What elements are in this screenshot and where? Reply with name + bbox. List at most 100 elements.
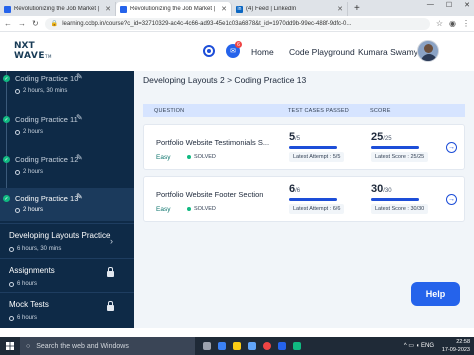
chrome-icon[interactable] (263, 342, 271, 350)
tab-close-icon[interactable]: ✕ (221, 5, 227, 13)
column-question: QUESTION (154, 108, 185, 114)
clock-date: 17-09-2023 (441, 347, 470, 353)
clock-time: 22:58 (456, 339, 470, 345)
score-value: 30/30 (371, 183, 392, 195)
clock-icon (15, 129, 20, 135)
test-cases-passed: 6/6 (289, 183, 301, 195)
sidebar-item-coding-practice-12[interactable]: ✓ Coding Practice 12 ✎ 2 hours (0, 152, 134, 186)
browser-tab-1[interactable]: Revolutionizing the Job Market | ✕ (0, 2, 116, 16)
section-title: Assignments (9, 266, 55, 275)
pencil-icon: ✎ (76, 72, 83, 81)
browser-tab-2[interactable]: Revolutionizing the Job Market | ✕ (116, 2, 232, 16)
help-button[interactable]: Help (411, 282, 460, 306)
reload-icon[interactable]: ↻ (32, 19, 39, 28)
question-card[interactable]: Portfolio Website Footer Section Easy SO… (143, 176, 465, 222)
forward-icon[interactable]: → (18, 19, 26, 28)
status-badge: SOLVED (187, 206, 216, 212)
task-view-icon[interactable] (203, 342, 211, 350)
tab-label: Revolutionizing the Job Market | (130, 6, 216, 12)
sidebar-item-meta: 2 hours (15, 129, 43, 135)
ccbp-favicon-icon (4, 5, 11, 13)
url-text: learning.ccbp.in/course?c_id=32710329-ac… (62, 20, 352, 27)
app-icon[interactable] (293, 342, 301, 350)
back-icon[interactable]: ← (4, 19, 12, 28)
app-header: NXT WAVETM ✉ 6 Home Code Playground Kuma… (0, 33, 474, 71)
url-input[interactable]: 🔒 learning.ccbp.in/course?c_id=32710329-… (44, 17, 430, 30)
difficulty-label: Easy (156, 154, 171, 161)
lock-icon (107, 301, 114, 311)
pencil-icon: ✎ (76, 113, 83, 122)
section-meta: 6 hours, 30 mins (9, 246, 61, 252)
avatar[interactable] (417, 40, 439, 62)
notification-badge: 6 (235, 41, 242, 48)
close-window-icon[interactable]: ✕ (464, 1, 470, 9)
sidebar-item-label: Coding Practice 11 (15, 115, 78, 124)
test-progress-bar (289, 198, 337, 201)
nav-code-playground-link[interactable]: Code Playground (289, 47, 355, 57)
tab-close-icon[interactable]: ✕ (337, 5, 343, 13)
file-explorer-icon[interactable] (233, 342, 241, 350)
sidebar-item-meta: 2 hours, 30 mins (15, 88, 67, 94)
question-title[interactable]: Portfolio Website Testimonials S... (156, 138, 269, 147)
ccbp-favicon-icon (120, 5, 127, 13)
section-title: Developing Layouts Practice (9, 231, 111, 240)
test-progress-fill (289, 146, 337, 149)
section-meta: 6 hours (9, 281, 37, 287)
sidebar-item-meta: 2 hours (15, 169, 43, 175)
chevron-right-icon: › (110, 236, 113, 246)
open-question-arrow-icon[interactable]: → (446, 194, 457, 205)
menu-icon[interactable]: ⋮ (462, 19, 470, 28)
browser-toolbar-icons: ☆ ◉ ⋮ (436, 19, 470, 28)
taskbar-apps (203, 342, 301, 350)
edge-icon[interactable] (218, 342, 226, 350)
nxtwave-logo[interactable]: NXT WAVETM (14, 41, 54, 63)
latest-score: Latest Score : 30/30 (371, 204, 429, 214)
tab-label: (4) Feed | LinkedIn (246, 6, 297, 12)
section-meta: 6 hours (9, 315, 37, 321)
windows-start-icon[interactable] (3, 337, 17, 355)
windows-taskbar: ○ Search the web and Windows ^ ▭ ◖ ENG 2… (0, 337, 474, 355)
sidebar-item-coding-practice-11[interactable]: ✓ Coding Practice 11 ✎ 2 hours (0, 112, 134, 146)
sidebar-section-developing-layouts-practice[interactable]: Developing Layouts Practice 6 hours, 30 … (0, 223, 134, 257)
nav-home-link[interactable]: Home (251, 47, 274, 57)
store-icon[interactable] (248, 342, 256, 350)
star-icon[interactable]: ☆ (436, 19, 443, 28)
maximize-icon[interactable]: ☐ (446, 1, 452, 9)
logo-line1: NXT (14, 41, 35, 51)
difficulty-label: Easy (156, 206, 171, 213)
latest-score: Latest Score : 25/25 (371, 152, 429, 162)
clock-icon (15, 88, 20, 94)
profile-icon[interactable]: ◉ (449, 19, 456, 28)
open-question-arrow-icon[interactable]: → (446, 142, 457, 153)
lock-icon (107, 267, 114, 277)
sidebar-section-assignments[interactable]: Assignments 6 hours (0, 258, 134, 292)
solved-dot-icon (187, 207, 191, 211)
sidebar-item-coding-practice-10[interactable]: ✓ Coding Practice 10 ✎ 2 hours, 30 mins (0, 71, 134, 105)
browser-tab-3[interactable]: in (4) Feed | LinkedIn ✕ (232, 2, 348, 16)
table-header: QUESTION TEST CASES PASSED SCORE (143, 104, 465, 117)
sidebar-item-coding-practice-13[interactable]: ✓ Coding Practice 13 ✎ 2 hours (0, 188, 134, 221)
check-icon: ✓ (3, 75, 10, 82)
minimize-icon[interactable]: — (427, 1, 434, 9)
clock-icon (9, 281, 14, 287)
search-icon: ○ (26, 342, 31, 350)
solved-dot-icon (187, 155, 191, 159)
status-badge: SOLVED (187, 154, 216, 160)
rocket-icon[interactable] (203, 45, 215, 57)
tab-close-icon[interactable]: ✕ (105, 5, 111, 13)
column-score: SCORE (370, 108, 391, 114)
taskbar-search-input[interactable]: ○ Search the web and Windows (20, 337, 195, 355)
latest-attempt: Latest Attempt : 6/6 (289, 204, 345, 214)
linkedin-favicon-icon: in (236, 5, 243, 13)
vscode-icon[interactable] (278, 342, 286, 350)
browser-tab-bar: Revolutionizing the Job Market | ✕ Revol… (0, 0, 474, 16)
clock[interactable]: 22:58 17-09-2023 (442, 338, 470, 354)
question-title[interactable]: Portfolio Website Footer Section (156, 190, 263, 199)
check-icon: ✓ (3, 156, 10, 163)
check-icon: ✓ (3, 195, 10, 202)
question-card[interactable]: Portfolio Website Testimonials S... Easy… (143, 124, 465, 170)
user-name[interactable]: Kumara Swamy (358, 47, 418, 57)
sidebar-item-label: Coding Practice 12 (15, 155, 79, 164)
sidebar-section-mock-tests[interactable]: Mock Tests 6 hours (0, 292, 134, 326)
new-tab-button[interactable]: + (348, 2, 366, 16)
